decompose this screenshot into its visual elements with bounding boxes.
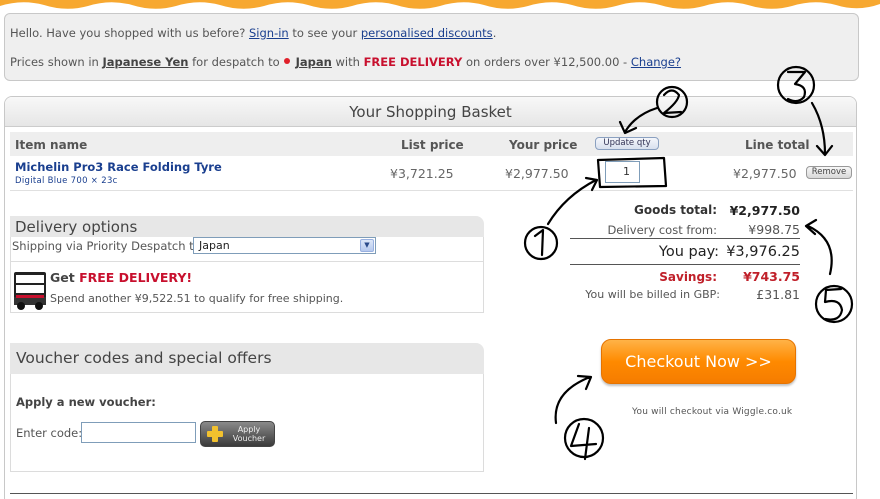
col-your-price: Your price — [509, 138, 578, 152]
you-pay-value: ¥3,976.25 — [726, 244, 800, 260]
enter-code-label: Enter code: — [16, 426, 83, 440]
billed-gbp-value: £31.81 — [756, 287, 800, 302]
info-panel — [4, 13, 859, 81]
plus-icon — [207, 426, 223, 442]
col-line-total: Line total — [745, 138, 810, 152]
checkout-via-note: You will checkout via Wiggle.co.uk — [632, 407, 793, 417]
signin-link[interactable]: Sign-in — [249, 26, 289, 40]
personalised-discounts-link[interactable]: personalised discounts — [361, 26, 493, 40]
change-link[interactable]: Change? — [631, 55, 681, 69]
divider — [11, 261, 483, 262]
line-total-value: ¥2,977.50 — [733, 166, 797, 181]
apply-voucher-button[interactable]: Apply Voucher — [200, 421, 275, 447]
basket-title: Your Shopping Basket — [5, 97, 856, 127]
delivery-cost-value: ¥998.75 — [748, 222, 800, 237]
totals-divider — [570, 264, 800, 265]
spend-more-text: Spend another ¥9,522.51 to qualify for f… — [50, 292, 344, 305]
get-free-delivery: Get FREE DELIVERY! — [50, 270, 192, 285]
billed-gbp-label: You will be billed in GBP: — [585, 288, 720, 301]
threshold-text: on orders over ¥12,500.00 - — [465, 55, 628, 69]
voucher-code-input[interactable] — [81, 422, 196, 443]
savings-label: Savings: — [659, 270, 717, 284]
goods-total-value: ¥2,977.50 — [729, 203, 800, 218]
bottom-divider — [10, 493, 853, 494]
chevron-down-icon[interactable]: ▼ — [360, 239, 374, 252]
goods-total-label: Goods total: — [634, 203, 717, 217]
col-list-price: List price — [401, 138, 464, 152]
col-item-name: Item name — [15, 138, 88, 152]
product-variant: Digital Blue 700 × 23c — [15, 176, 118, 186]
delivery-truck-icon — [14, 272, 46, 310]
your-price-value: ¥2,977.50 — [505, 166, 569, 181]
currency-line: Prices shown in Japanese Yen for despatc… — [10, 55, 681, 69]
period-text: . — [492, 26, 497, 40]
apply-line1: Apply — [237, 425, 261, 434]
apply-new-voucher-label: Apply a new voucher: — [16, 395, 156, 409]
with-text: with — [335, 55, 360, 69]
free-delivery-promo: FREE DELIVERY! — [79, 270, 193, 285]
apply-voucher-label: Apply Voucher — [225, 425, 273, 443]
prices-shown-text: Prices shown in — [10, 55, 99, 69]
country-select-value: Japan — [199, 239, 230, 252]
header-wave-strip — [0, 0, 880, 9]
japan-flag-icon — [283, 58, 290, 64]
list-price-value: ¥3,721.25 — [390, 166, 454, 181]
get-text: Get — [50, 270, 75, 285]
remove-button[interactable]: Remove — [806, 166, 852, 179]
delivery-cost-label: Delivery cost from: — [607, 223, 717, 237]
hello-text: Hello. Have you shopped with us before? — [10, 26, 246, 40]
country-link[interactable]: Japan — [296, 55, 332, 69]
checkout-now-button[interactable]: Checkout Now >> — [601, 339, 796, 384]
for-despatch-text: for despatch to — [192, 55, 280, 69]
delivery-options-heading: Delivery options — [10, 216, 484, 237]
country-select[interactable]: Japan ▼ — [193, 237, 376, 254]
you-pay-label: You pay: — [658, 244, 719, 260]
currency-link[interactable]: Japanese Yen — [103, 55, 189, 69]
signin-line: Hello. Have you shopped with us before? … — [10, 26, 496, 40]
totals-divider — [570, 238, 800, 239]
product-name-link[interactable]: Michelin Pro3 Race Folding Tyre — [15, 160, 222, 174]
free-delivery-text: FREE DELIVERY — [363, 55, 463, 69]
shipping-via-label: Shipping via Priority Despatch to — [12, 239, 201, 253]
apply-line2: Voucher — [232, 434, 266, 443]
voucher-heading: Voucher codes and special offers — [10, 343, 484, 374]
quantity-input[interactable]: 1 — [605, 161, 640, 183]
savings-value: ¥743.75 — [743, 269, 800, 284]
update-qty-button[interactable]: Update qty — [595, 137, 659, 150]
to-see-text: to see your — [292, 26, 358, 40]
